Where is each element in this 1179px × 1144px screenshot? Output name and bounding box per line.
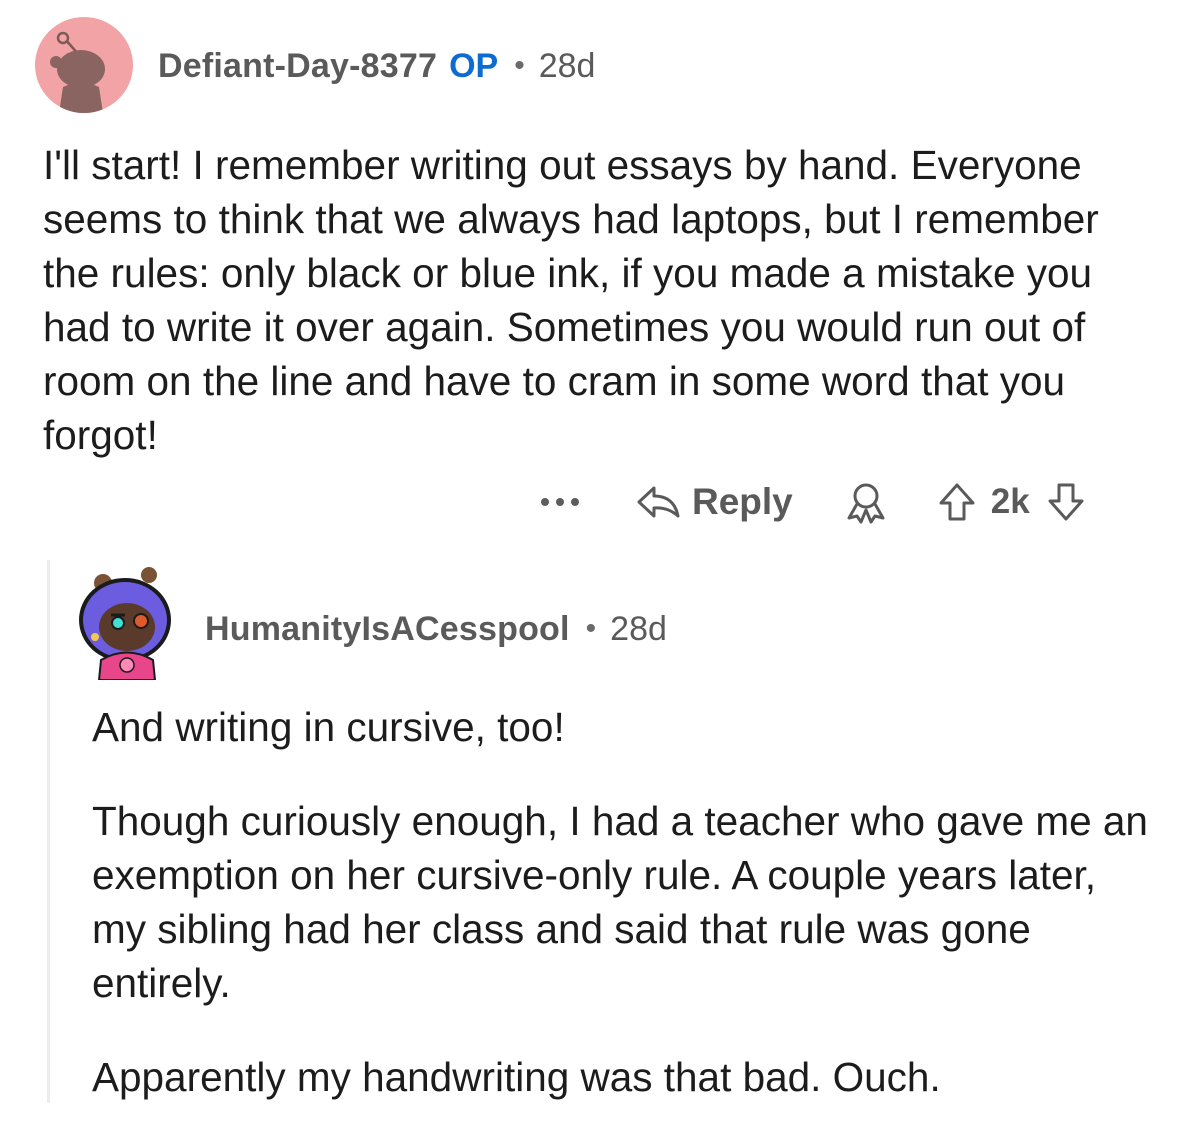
award-button[interactable] <box>843 480 889 524</box>
reply-meta: HumanityIsACesspool • 28d <box>205 607 667 651</box>
upvote-button[interactable] <box>937 481 977 523</box>
reply-paragraph: Though curiously enough, I had a teacher… <box>92 798 1148 1006</box>
vote-score: 2k <box>990 482 1030 521</box>
op-comment-body: I'll start! I remember writing out essay… <box>43 142 1099 458</box>
thread-line[interactable] <box>47 560 50 1103</box>
comment-action-bar: Reply 2k <box>538 478 1086 526</box>
upvote-arrow-icon <box>939 483 975 521</box>
op-comment-age: 28d <box>538 46 596 85</box>
downvote-button[interactable] <box>1046 481 1086 523</box>
snoo-avatar-icon <box>79 567 171 681</box>
reply-button[interactable]: Reply <box>634 481 793 523</box>
reply-label: Reply <box>692 481 793 522</box>
reply-arrow-icon <box>637 486 680 518</box>
more-options-icon[interactable] <box>538 482 582 522</box>
op-meta: Defiant-Day-8377 OP • 28d <box>158 44 595 88</box>
snoo-avatar-icon <box>50 31 105 113</box>
op-username[interactable]: Defiant-Day-8377 <box>158 47 437 86</box>
reply-paragraph: And writing in cursive, too! <box>92 704 565 750</box>
reply-paragraph: Apparently my handwriting was that bad. … <box>92 1054 941 1100</box>
meta-separator: • <box>585 612 597 645</box>
meta-separator: • <box>514 49 525 82</box>
reply-avatar[interactable] <box>73 565 183 681</box>
downvote-arrow-icon <box>1048 483 1084 521</box>
reply-username[interactable]: HumanityIsACesspool <box>205 610 570 649</box>
op-badge: OP <box>449 46 499 85</box>
reply-comment-body: And writing in cursive, too! Though curi… <box>92 700 1152 1144</box>
op-avatar[interactable] <box>35 17 133 113</box>
reply-comment-age: 28d <box>610 609 667 648</box>
award-icon <box>847 483 885 524</box>
